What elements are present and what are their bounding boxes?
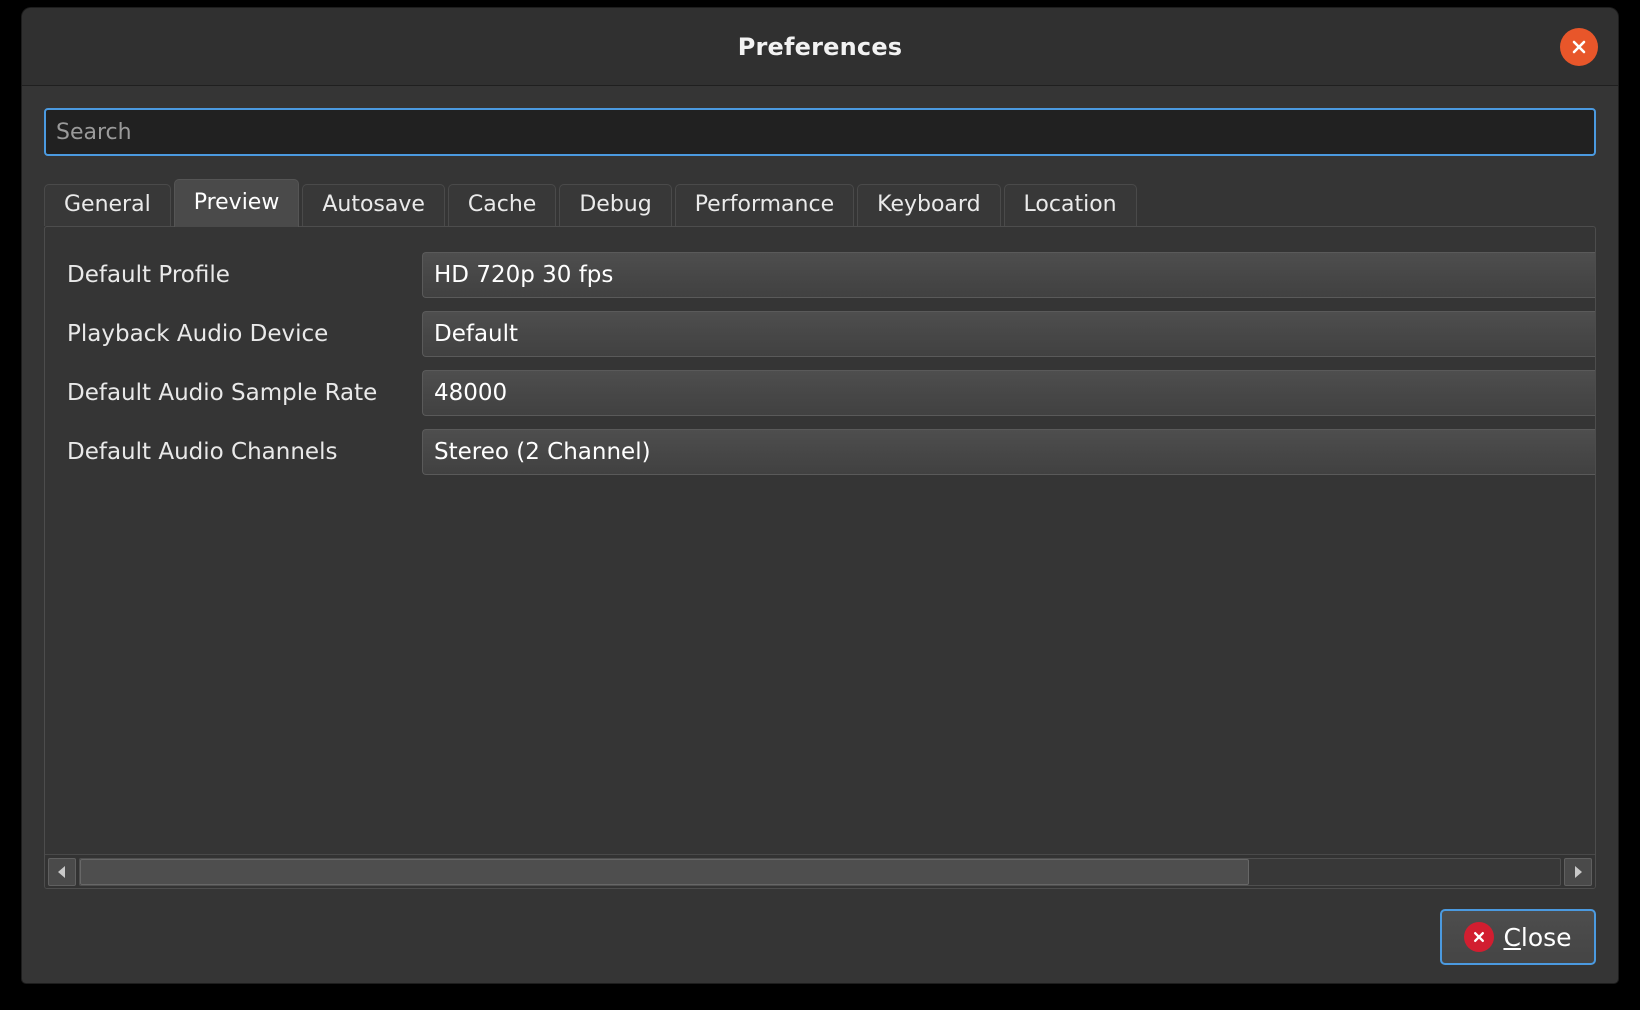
tab-general[interactable]: General (44, 184, 171, 226)
tab-location[interactable]: Location (1004, 184, 1137, 226)
setting-label: Default Profile (67, 262, 422, 288)
setting-row-playback-audio-device: Playback Audio Device Default (45, 304, 1595, 363)
scrollbar-track[interactable] (79, 858, 1561, 886)
tab-preview[interactable]: Preview (174, 179, 300, 227)
preview-tab-panel: Default Profile HD 720p 30 fps Playback … (44, 226, 1596, 889)
close-button-label: Close (1503, 923, 1571, 952)
setting-row-default-audio-channels: Default Audio Channels Stereo (2 Channel… (45, 422, 1595, 481)
window-title: Preferences (738, 33, 903, 61)
close-button[interactable]: Close (1440, 909, 1596, 965)
tab-autosave[interactable]: Autosave (302, 184, 445, 226)
titlebar: Preferences (22, 8, 1618, 86)
close-rest-chars: lose (1521, 923, 1572, 952)
tab-debug[interactable]: Debug (559, 184, 671, 226)
setting-label: Default Audio Channels (67, 439, 422, 465)
setting-row-default-audio-sample-rate: Default Audio Sample Rate 48000 (45, 363, 1595, 422)
setting-row-default-profile: Default Profile HD 720p 30 fps (45, 245, 1595, 304)
tab-bar: General Preview Autosave Cache Debug Per… (44, 178, 1596, 226)
default-profile-combobox[interactable]: HD 720p 30 fps (422, 252, 1595, 298)
cancel-icon (1464, 922, 1494, 952)
scrollbar-thumb[interactable] (80, 859, 1249, 885)
window-close-icon[interactable] (1560, 28, 1598, 66)
arrow-left-icon[interactable] (48, 858, 76, 886)
tab-performance[interactable]: Performance (675, 184, 854, 226)
default-audio-sample-rate-combobox[interactable]: 48000 (422, 370, 1595, 416)
default-audio-channels-combobox[interactable]: Stereo (2 Channel) (422, 429, 1595, 475)
window-body: General Preview Autosave Cache Debug Per… (22, 86, 1618, 983)
playback-audio-device-combobox[interactable]: Default (422, 311, 1595, 357)
setting-label: Default Audio Sample Rate (67, 380, 422, 406)
arrow-right-icon[interactable] (1564, 858, 1592, 886)
horizontal-scrollbar[interactable] (45, 854, 1595, 888)
close-accel-char: C (1503, 923, 1520, 952)
setting-label: Playback Audio Device (67, 321, 422, 347)
settings-form: Default Profile HD 720p 30 fps Playback … (45, 227, 1595, 854)
tab-cache[interactable]: Cache (448, 184, 556, 226)
preferences-window: Preferences General Preview Autosave Cac… (22, 8, 1618, 983)
tab-keyboard[interactable]: Keyboard (857, 184, 1000, 226)
dialog-footer: Close (44, 889, 1596, 965)
search-input[interactable] (44, 108, 1596, 156)
